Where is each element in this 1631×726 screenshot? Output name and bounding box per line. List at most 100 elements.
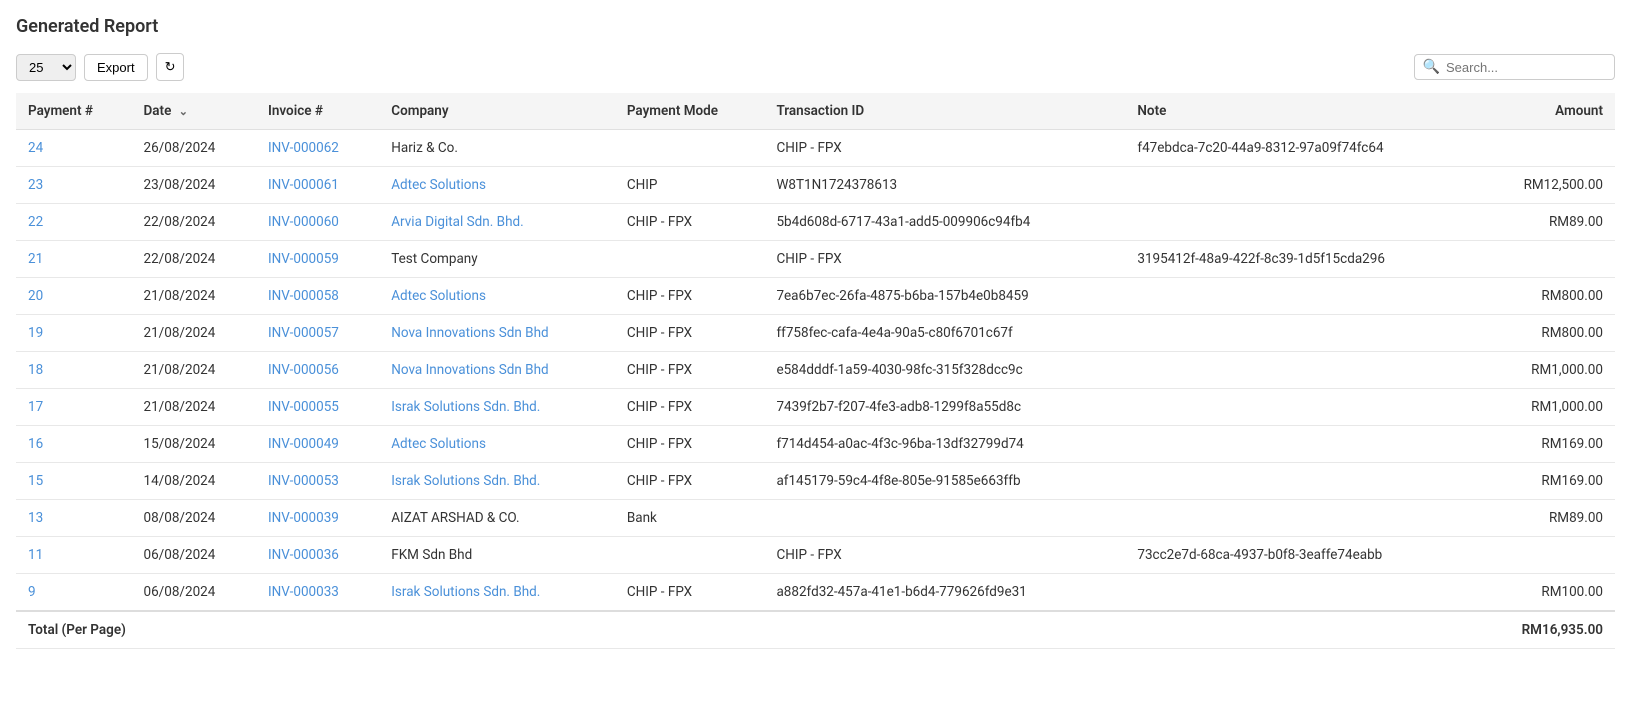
cell-payment-mode: CHIP - FPX bbox=[615, 352, 765, 389]
table-body: 24 26/08/2024 INV-000062 Hariz & Co. CHIP - … bbox=[16, 130, 1615, 612]
payment-link[interactable]: 21 bbox=[28, 251, 43, 267]
cell-payment-num: 24 bbox=[16, 130, 132, 167]
cell-invoice-num: INV-000059 bbox=[256, 241, 379, 278]
cell-note bbox=[1125, 167, 1478, 204]
payment-link[interactable]: 15 bbox=[28, 473, 43, 489]
invoice-link[interactable]: INV-000055 bbox=[268, 399, 339, 415]
payment-link[interactable]: 20 bbox=[28, 288, 43, 304]
table-row: 1921/08/2024INV-000057Nova Innovations S… bbox=[16, 315, 1615, 352]
payment-link[interactable]: 13 bbox=[28, 510, 43, 526]
invoice-link[interactable]: INV-000061 bbox=[268, 177, 339, 193]
invoice-link[interactable]: INV-000059 bbox=[268, 251, 339, 267]
invoice-link[interactable]: INV-000060 bbox=[268, 214, 339, 230]
cell-company: Hariz & Co. bbox=[379, 130, 615, 167]
invoice-link[interactable]: INV-000058 bbox=[268, 288, 339, 304]
footer-amount: RM16,935.00 bbox=[1478, 611, 1615, 649]
cell-date: 06/08/2024 bbox=[132, 537, 256, 574]
cell-invoice-num: INV-000062 bbox=[256, 130, 379, 167]
page-title: Generated Report bbox=[16, 16, 1615, 37]
cell-note bbox=[1125, 315, 1478, 352]
cell-transaction-id: af145179-59c4-4f8e-805e-91585e663ffb bbox=[764, 463, 1125, 500]
payment-link[interactable]: 9 bbox=[28, 584, 36, 600]
search-input[interactable] bbox=[1446, 60, 1606, 75]
payment-link[interactable]: 17 bbox=[28, 399, 43, 415]
export-button[interactable]: Export bbox=[84, 54, 148, 81]
cell-amount bbox=[1478, 537, 1615, 574]
table-footer: Total (Per Page) RM16,935.00 bbox=[16, 611, 1615, 649]
invoice-link[interactable]: INV-000039 bbox=[268, 510, 339, 526]
cell-date: 15/08/2024 bbox=[132, 426, 256, 463]
cell-note bbox=[1125, 426, 1478, 463]
cell-note bbox=[1125, 204, 1478, 241]
company-link[interactable]: Nova Innovations Sdn Bhd bbox=[391, 325, 548, 341]
cell-payment-mode: CHIP - FPX bbox=[615, 426, 765, 463]
company-link[interactable]: Adtec Solutions bbox=[391, 177, 486, 193]
cell-transaction-id: ff758fec-cafa-4e4a-90a5-c80f6701c67f bbox=[764, 315, 1125, 352]
cell-transaction-id: 7439f2b7-f207-4fe3-adb8-1299f8a55d8c bbox=[764, 389, 1125, 426]
invoice-link[interactable]: INV-000053 bbox=[268, 473, 339, 489]
company-link[interactable]: Adtec Solutions bbox=[391, 288, 486, 304]
invoice-link[interactable]: INV-000056 bbox=[268, 362, 339, 378]
cell-payment-mode: CHIP - FPX bbox=[615, 574, 765, 612]
company-link[interactable]: Adtec Solutions bbox=[391, 436, 486, 452]
cell-amount: RM1,000.00 bbox=[1478, 389, 1615, 426]
cell-payment-num: 15 bbox=[16, 463, 132, 500]
invoice-link[interactable]: INV-000062 bbox=[268, 140, 339, 156]
cell-payment-mode bbox=[615, 241, 765, 278]
payment-link[interactable]: 18 bbox=[28, 362, 43, 378]
cell-company: Adtec Solutions bbox=[379, 426, 615, 463]
cell-payment-mode: CHIP - FPX bbox=[615, 389, 765, 426]
cell-date: 22/08/2024 bbox=[132, 241, 256, 278]
cell-note bbox=[1125, 352, 1478, 389]
cell-payment-mode bbox=[615, 537, 765, 574]
company-link[interactable]: Israk Solutions Sdn. Bhd. bbox=[391, 473, 540, 489]
refresh-button[interactable]: ↻ bbox=[156, 53, 185, 81]
payment-link[interactable]: 22 bbox=[28, 214, 43, 230]
cell-payment-num: 23 bbox=[16, 167, 132, 204]
payment-link[interactable]: 24 bbox=[28, 140, 43, 156]
payment-link[interactable]: 23 bbox=[28, 177, 43, 193]
company-link[interactable]: Arvia Digital Sdn. Bhd. bbox=[391, 214, 523, 230]
cell-company: Adtec Solutions bbox=[379, 167, 615, 204]
invoice-link[interactable]: INV-000036 bbox=[268, 547, 339, 563]
table-row: 2323/08/2024INV-000061Adtec SolutionsCHI… bbox=[16, 167, 1615, 204]
table-row: 1821/08/2024INV-000056Nova Innovations S… bbox=[16, 352, 1615, 389]
cell-payment-num: 9 bbox=[16, 574, 132, 612]
invoice-link[interactable]: INV-000033 bbox=[268, 584, 339, 600]
cell-transaction-id: 5b4d608d-6717-43a1-add5-009906c94fb4 bbox=[764, 204, 1125, 241]
cell-date: 14/08/2024 bbox=[132, 463, 256, 500]
cell-invoice-num: INV-000036 bbox=[256, 537, 379, 574]
cell-company: FKM Sdn Bhd bbox=[379, 537, 615, 574]
company-link[interactable]: Israk Solutions Sdn. Bhd. bbox=[391, 584, 540, 600]
invoice-link[interactable]: INV-000049 bbox=[268, 436, 339, 452]
cell-note bbox=[1125, 389, 1478, 426]
cell-payment-mode: CHIP bbox=[615, 167, 765, 204]
cell-amount: RM100.00 bbox=[1478, 574, 1615, 612]
sort-icon: ⌄ bbox=[179, 105, 188, 118]
cell-invoice-num: INV-000049 bbox=[256, 426, 379, 463]
invoice-link[interactable]: INV-000057 bbox=[268, 325, 339, 341]
col-amount: Amount bbox=[1478, 93, 1615, 130]
col-date[interactable]: Date ⌄ bbox=[132, 93, 256, 130]
company-link[interactable]: Nova Innovations Sdn Bhd bbox=[391, 362, 548, 378]
cell-date: 26/08/2024 bbox=[132, 130, 256, 167]
payment-link[interactable]: 19 bbox=[28, 325, 43, 341]
company-link[interactable]: Israk Solutions Sdn. Bhd. bbox=[391, 399, 540, 415]
cell-company: Test Company bbox=[379, 241, 615, 278]
toolbar: 25 10 50 100 Export ↻ 🔍 bbox=[16, 53, 1615, 81]
payment-link[interactable]: 16 bbox=[28, 436, 43, 452]
cell-payment-mode: Bank bbox=[615, 500, 765, 537]
cell-company: Israk Solutions Sdn. Bhd. bbox=[379, 463, 615, 500]
col-company: Company bbox=[379, 93, 615, 130]
cell-amount bbox=[1478, 130, 1615, 167]
cell-payment-num: 11 bbox=[16, 537, 132, 574]
cell-note bbox=[1125, 278, 1478, 315]
cell-amount: RM89.00 bbox=[1478, 500, 1615, 537]
payment-link[interactable]: 11 bbox=[28, 547, 43, 563]
cell-amount: RM12,500.00 bbox=[1478, 167, 1615, 204]
table-row: 15 14/08/2024 INV-000053 Israk Solutions Sd… bbox=[16, 463, 1615, 500]
cell-payment-num: 17 bbox=[16, 389, 132, 426]
cell-invoice-num: INV-000056 bbox=[256, 352, 379, 389]
per-page-select[interactable]: 25 10 50 100 bbox=[16, 54, 76, 81]
cell-company: Arvia Digital Sdn. Bhd. bbox=[379, 204, 615, 241]
